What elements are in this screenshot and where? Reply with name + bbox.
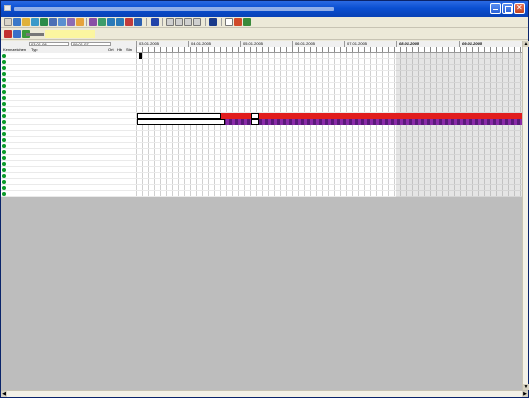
status-dot-icon [2, 150, 6, 154]
row-timeline[interactable] [136, 191, 522, 197]
arrow-right-icon[interactable] [98, 18, 106, 26]
status-dot-icon [2, 192, 6, 196]
status-dot-icon [2, 132, 6, 136]
toolbar-separator [162, 18, 163, 26]
move-up-icon[interactable] [107, 18, 115, 26]
status-dot-icon [2, 54, 6, 58]
status-dot-icon [2, 102, 6, 106]
status-dot-icon [2, 114, 6, 118]
scroll-up-icon[interactable]: ▲ [523, 41, 529, 47]
app-icon [4, 5, 11, 11]
status-dot-icon [2, 138, 6, 142]
refresh-icon[interactable] [134, 18, 142, 26]
col-header-kennzeichen[interactable]: Kennzeichen [3, 47, 29, 52]
last-icon[interactable] [193, 18, 201, 26]
grid-header: 03.01.08 09.01.07 Kennzeichen Typ Ort Hb… [1, 41, 522, 53]
filter-icon[interactable] [151, 18, 159, 26]
prev-icon[interactable] [175, 18, 183, 26]
status-dot-icon [2, 72, 6, 76]
scroll-left-icon[interactable]: ◀ [1, 391, 7, 397]
status-dot-icon [2, 96, 6, 100]
status-dot-icon [2, 108, 6, 112]
status-dot-icon [2, 174, 6, 178]
status-dot-icon [2, 84, 6, 88]
square-icon[interactable] [209, 18, 217, 26]
flag-icon[interactable] [234, 18, 242, 26]
search-icon[interactable] [49, 18, 57, 26]
close-button[interactable] [514, 3, 525, 14]
vertical-scrollbar[interactable]: ▲ ▼ [522, 41, 529, 390]
status-dot-icon [2, 186, 6, 190]
horizontal-scrollbar[interactable]: ◀ ▶ [1, 390, 528, 397]
filter-toolbar [1, 29, 528, 40]
title-bar [1, 1, 528, 17]
status-dot-icon [2, 90, 6, 94]
toolbar-separator [86, 18, 87, 26]
arrow-left-icon[interactable] [89, 18, 97, 26]
app-window: 03.01.08 09.01.07 Kennzeichen Typ Ort Hb… [0, 0, 529, 398]
col-header-hb[interactable]: Hb [117, 47, 125, 52]
toolbar-separator [221, 18, 222, 26]
stop-icon[interactable] [125, 18, 133, 26]
status-dot-icon [2, 168, 6, 172]
print-icon[interactable] [31, 18, 39, 26]
maximize-button[interactable] [502, 3, 513, 14]
new-icon[interactable] [4, 18, 12, 26]
filter-highlight [45, 30, 95, 38]
toolbar-separator [205, 18, 206, 26]
tool-icon[interactable] [76, 18, 84, 26]
open-icon[interactable] [13, 18, 21, 26]
move-down-icon[interactable] [116, 18, 124, 26]
date-from-select[interactable]: 03.01.08 [29, 42, 69, 46]
status-dot-icon [2, 162, 6, 166]
row-info[interactable] [1, 191, 136, 197]
toolbar-separator [146, 18, 147, 26]
save-icon[interactable] [22, 18, 30, 26]
status-dot-icon [2, 66, 6, 70]
filter-label [26, 33, 44, 36]
window-title-text [14, 7, 334, 11]
table-row[interactable] [1, 191, 522, 197]
first-icon[interactable] [166, 18, 174, 26]
grid-icon[interactable] [67, 18, 75, 26]
status-dot-icon [2, 120, 6, 124]
window-icon[interactable] [225, 18, 233, 26]
main-toolbar [1, 17, 528, 28]
status-dot-icon [2, 126, 6, 130]
col-header-stn[interactable]: Stn [126, 47, 136, 52]
status-dot-icon [2, 180, 6, 184]
col-header-typ[interactable]: Typ [31, 47, 61, 52]
window-title [4, 4, 474, 14]
weekend-shade [396, 191, 522, 197]
zoom-icon[interactable] [58, 18, 66, 26]
status-dot-icon [2, 60, 6, 64]
status-dot-icon [2, 78, 6, 82]
status-dot-icon [2, 144, 6, 148]
calendar-icon[interactable] [40, 18, 48, 26]
edit-icon[interactable] [13, 30, 21, 38]
minimize-button[interactable] [490, 3, 501, 14]
planner-grid: 03.01.08 09.01.07 Kennzeichen Typ Ort Hb… [1, 41, 522, 390]
tree-icon[interactable] [243, 18, 251, 26]
status-dot-icon [2, 156, 6, 160]
delete-icon[interactable] [4, 30, 12, 38]
col-header-ort[interactable]: Ort [108, 47, 116, 52]
date-to-select[interactable]: 09.01.07 [71, 42, 111, 46]
next-icon[interactable] [184, 18, 192, 26]
scroll-right-icon[interactable]: ▶ [522, 391, 528, 397]
